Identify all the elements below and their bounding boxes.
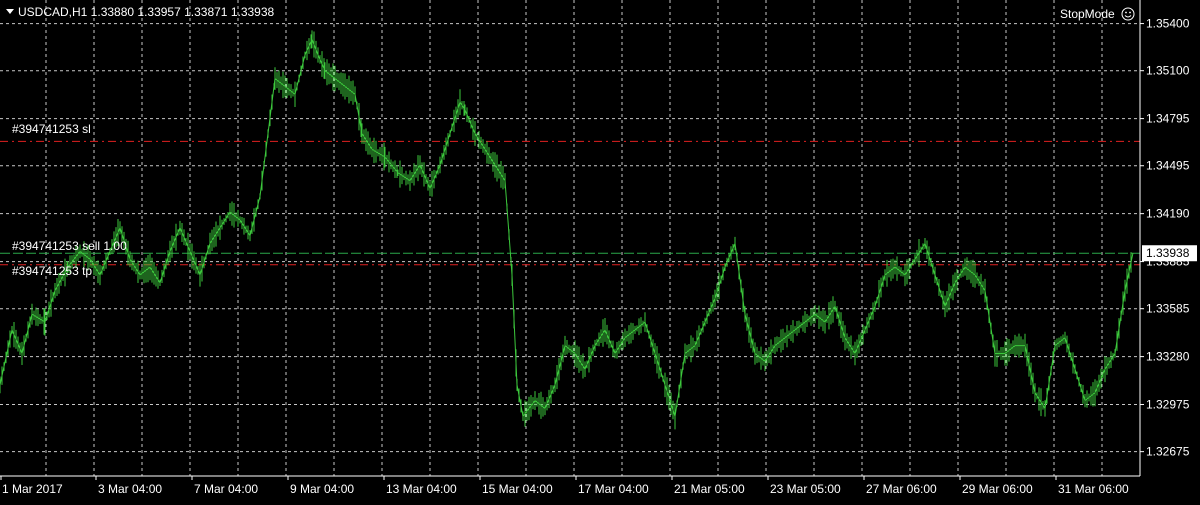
price-tick-label: 1.34795 [1146,112,1190,126]
price-tick-label: 1.32975 [1146,398,1190,412]
entry-order-label[interactable]: #394741253 sell 1.00 [12,239,127,253]
chart-canvas[interactable]: 1.354001.351001.347951.344951.341901.338… [0,0,1200,500]
sl-order-label[interactable]: #394741253 sl [12,122,91,136]
tp-order-label[interactable]: #394741253 tp [12,264,92,278]
time-tick-label: 21 Mar 05:00 [674,482,745,496]
time-tick-label: 7 Mar 04:00 [194,482,258,496]
time-tick-label: 9 Mar 04:00 [290,482,354,496]
price-tick-label: 1.35400 [1146,17,1190,31]
price-tick-label: 1.34190 [1146,207,1190,221]
stopmode-label[interactable]: StopMode [1060,7,1115,21]
time-tick-label: 23 Mar 05:00 [770,482,841,496]
time-tick-label: 17 Mar 04:00 [578,482,649,496]
time-tick-label: 13 Mar 04:00 [386,482,457,496]
current-price-value: 1.33938 [1146,246,1190,260]
time-tick-label: 29 Mar 06:00 [962,482,1033,496]
price-chart[interactable]: 1.35400 1.35100 1.34795 1.34495 1.34190 1.338… [0,0,1200,500]
time-tick-label: 27 Mar 06:00 [866,482,937,496]
price-tick-label: 1.32675 [1146,445,1190,459]
time-tick-label: 3 Mar 04:00 [98,482,162,496]
price-tick-label: 1.33585 [1146,302,1190,316]
price-tick-label: 1.35100 [1146,64,1190,78]
symbol-header: USDCAD,H1 1.33880 1.33957 1.33871 1.3393… [18,5,275,19]
price-tick-label: 1.33280 [1146,350,1190,364]
time-tick-label: 31 Mar 06:00 [1058,482,1129,496]
time-tick-label: 15 Mar 04:00 [482,482,553,496]
chart-background [0,0,1200,500]
time-tick-label: 1 Mar 2017 [2,482,63,496]
price-tick-label: 1.34495 [1146,159,1190,173]
